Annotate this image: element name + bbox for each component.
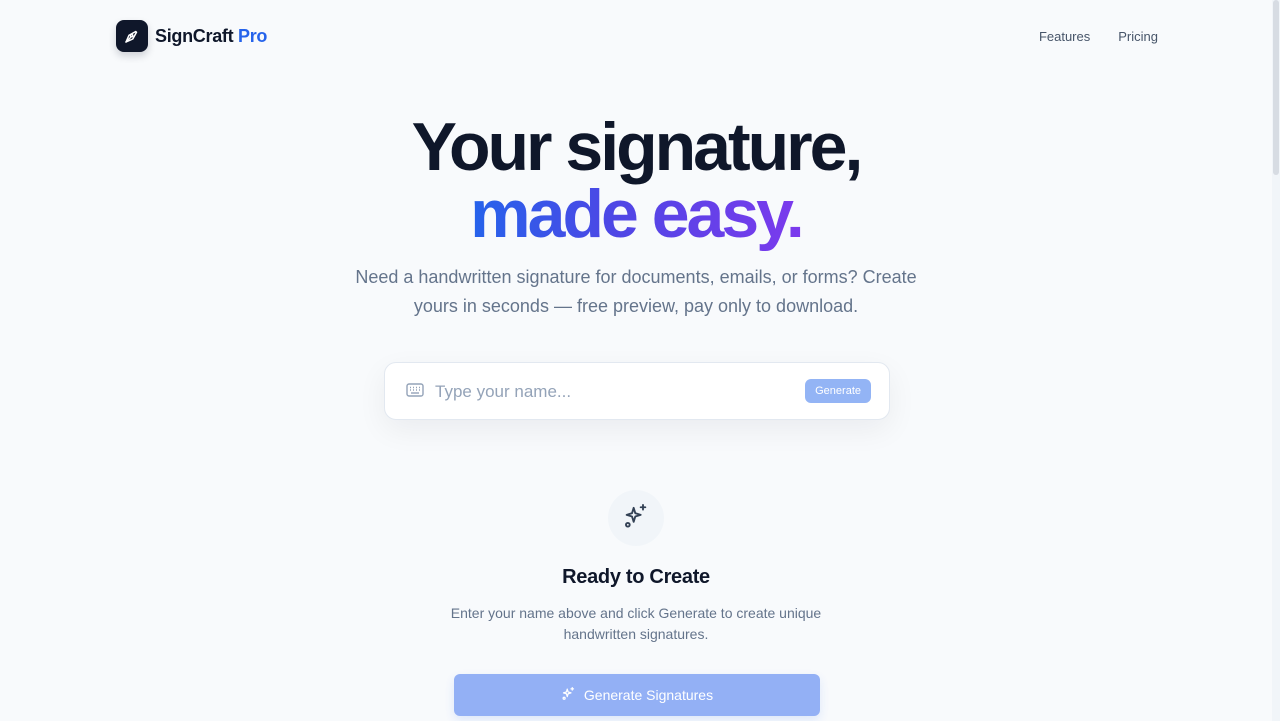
brand-name: SignCraft Pro	[155, 26, 267, 47]
brand-name-text: SignCraft	[155, 25, 234, 46]
empty-state-title: Ready to Create	[562, 566, 710, 588]
sparkles-icon	[561, 686, 576, 704]
site-header: SignCraft Pro Features Pricing	[116, 20, 1158, 52]
generate-signatures-label: Generate Signatures	[583, 687, 714, 703]
scrollbar-thumb[interactable]	[1273, 0, 1279, 175]
page: SignCraft Pro Features Pricing Your sign…	[0, 0, 1280, 721]
sparkles-icon	[622, 502, 650, 535]
main-nav: Features Pricing	[1039, 29, 1158, 44]
hero-title-line-2: made easy.	[0, 180, 1272, 248]
scrollbar[interactable]	[1272, 0, 1280, 721]
hero-title-line-1: Your signature,	[411, 109, 864, 185]
hero-subtitle: Need a handwritten signature for documen…	[355, 267, 917, 316]
pen-nib-icon	[116, 20, 148, 52]
empty-state-description: Enter your name above and click Generate…	[450, 605, 822, 642]
name-input[interactable]	[433, 377, 797, 407]
name-input-card: Generate	[384, 362, 890, 420]
empty-state-icon-wrap	[608, 490, 664, 546]
nav-pricing-link[interactable]: Pricing	[1118, 29, 1158, 44]
keyboard-icon	[406, 383, 424, 402]
hero-title-gradient-text: made easy.	[470, 176, 805, 252]
generate-signatures-button[interactable]: Generate Signatures	[454, 674, 820, 716]
brand-accent: Pro	[238, 25, 268, 46]
nav-features-link[interactable]: Features	[1039, 29, 1090, 44]
brand-logo-link[interactable]: SignCraft Pro	[116, 20, 267, 52]
generate-button[interactable]: Generate	[805, 379, 871, 403]
